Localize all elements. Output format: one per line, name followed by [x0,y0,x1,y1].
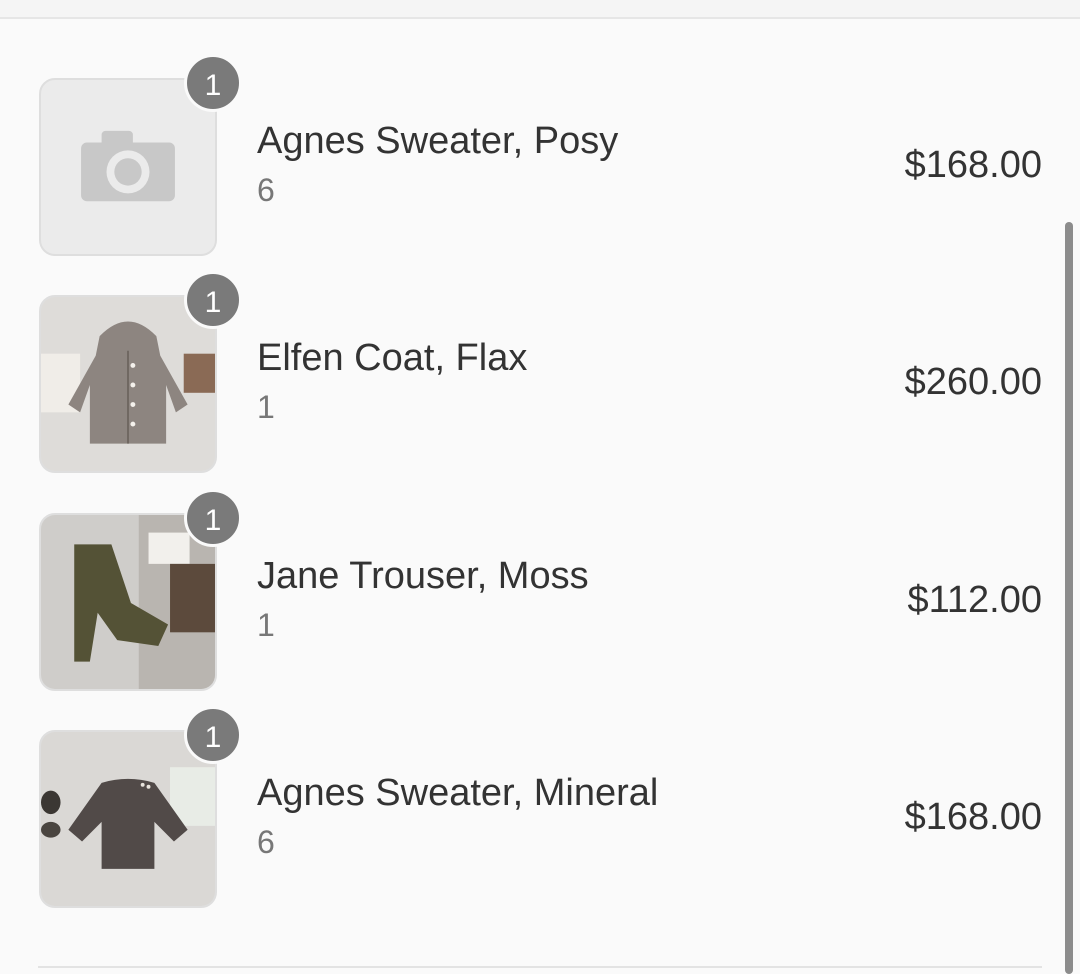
product-variant: 6 [257,172,275,208]
product-thumbnail: 1 [39,706,242,908]
line-item[interactable]: 1 Agnes Sweater, Mineral 6 $168.00 [0,706,1060,910]
product-name: Elfen Coat, Flax [257,337,528,379]
header-divider [0,0,1080,19]
product-thumbnail: 1 [39,271,242,473]
product-variant: 1 [257,607,275,643]
product-price: $168.00 [904,144,1042,186]
line-item[interactable]: 1 Jane Trouser, Moss 1 $112.00 [0,489,1060,693]
product-price: $112.00 [907,579,1042,621]
camera-placeholder-icon [39,78,217,256]
line-item[interactable]: 1 Agnes Sweater, Posy 6 $168.00 [0,54,1060,258]
product-thumbnail: 1 [39,54,242,256]
product-thumbnail: 1 [39,489,242,691]
product-name: Agnes Sweater, Posy [257,120,619,162]
coat-photo [39,295,217,473]
quantity-badge: 1 [184,489,242,547]
product-price: $260.00 [904,361,1042,403]
quantity-badge: 1 [184,271,242,329]
product-variant: 6 [257,824,275,860]
scrollbar[interactable] [1065,222,1073,974]
product-name: Agnes Sweater, Mineral [257,772,659,814]
line-item[interactable]: 1 Elfen Coat, Flax 1 $260.00 [0,271,1060,475]
quantity-badge: 1 [184,54,242,112]
product-variant: 1 [257,389,275,425]
trouser-photo [39,513,217,691]
quantity-badge: 1 [184,706,242,764]
product-name: Jane Trouser, Moss [257,555,589,597]
list-divider [38,966,1042,968]
order-summary-list[interactable]: 1 Agnes Sweater, Posy 6 $168.00 1 Elfen … [0,19,1080,974]
product-price: $168.00 [904,796,1042,838]
sweater-photo [39,730,217,908]
